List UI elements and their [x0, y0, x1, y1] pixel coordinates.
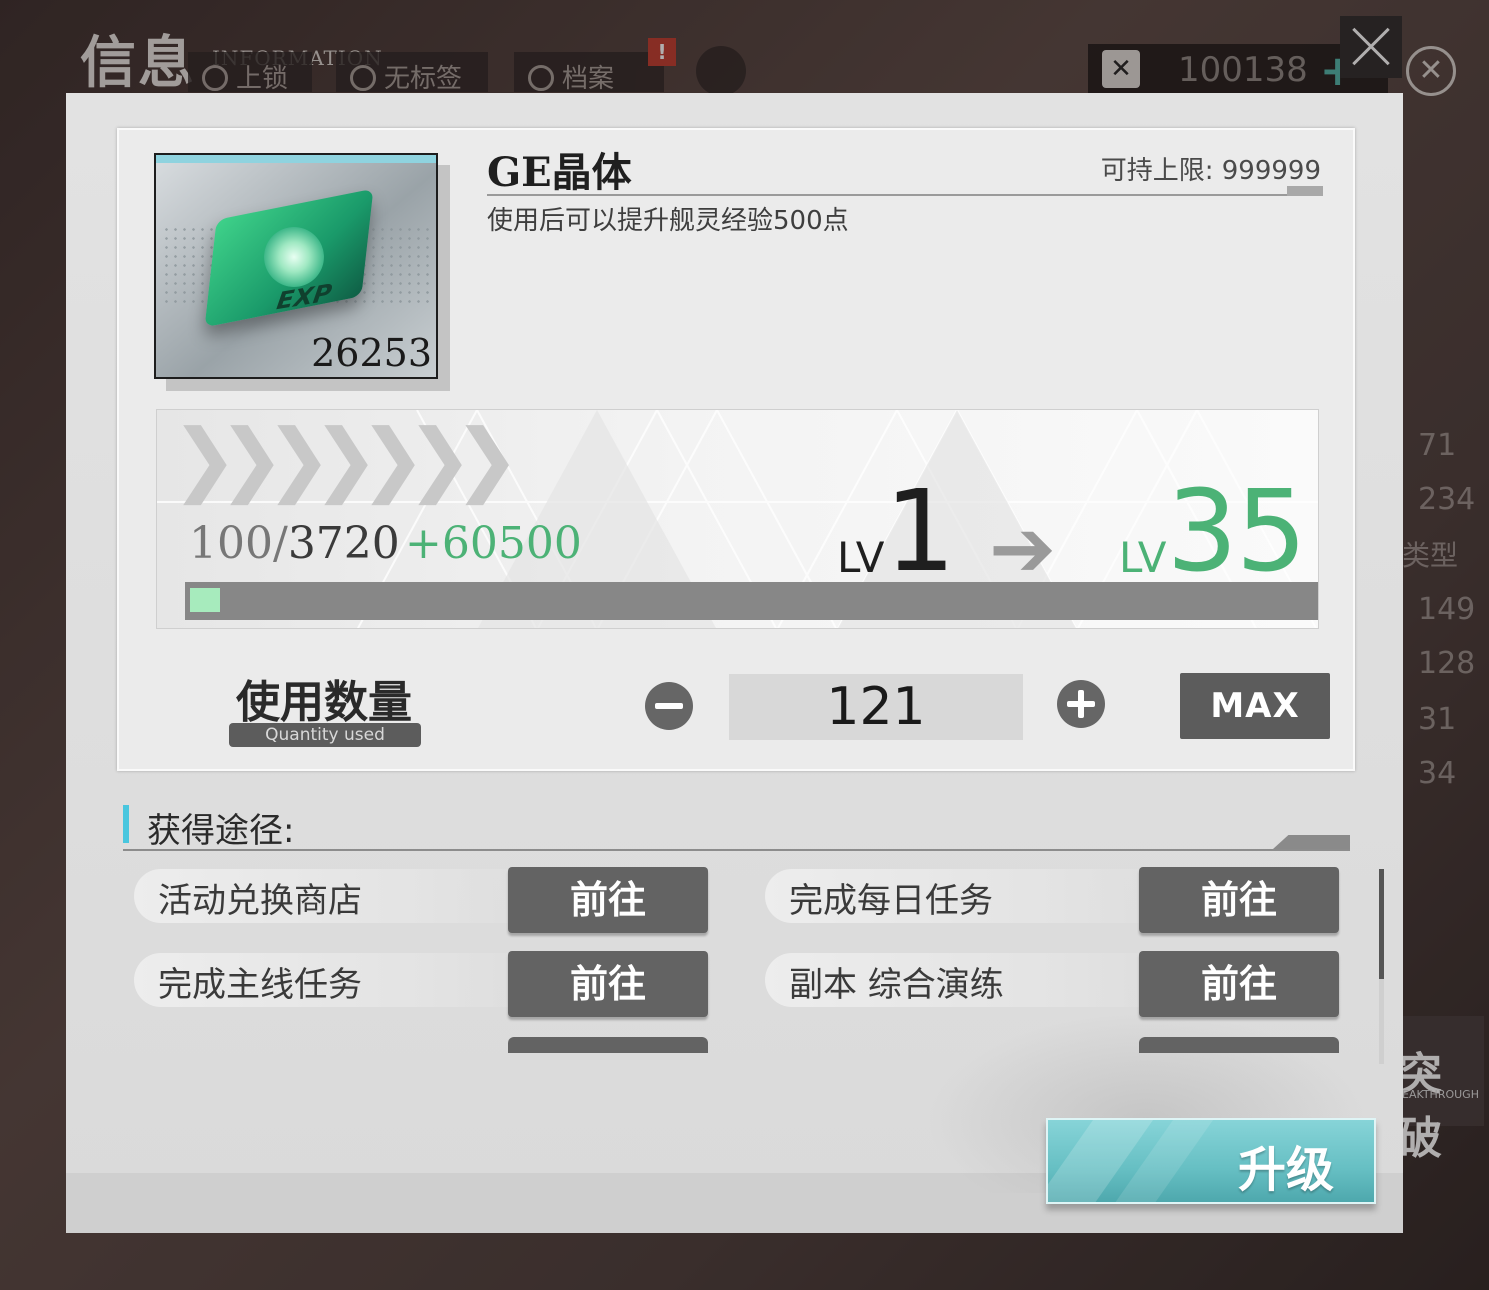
scrollbar-thumb[interactable]: [1379, 869, 1384, 979]
source-label: 完成每日任务: [789, 881, 993, 921]
go-button[interactable]: 前往: [508, 867, 708, 933]
item-info-dialog: EXP 26253 GE晶体 可持上限: 999999 使用后可以提升舰灵经验5…: [66, 93, 1403, 1233]
quantity-label: 使用数量: [236, 677, 412, 728]
divider: [487, 194, 1323, 196]
item-count: 26253: [311, 331, 432, 375]
item-card: EXP 26253 GE晶体 可持上限: 999999 使用后可以提升舰灵经验5…: [117, 128, 1355, 771]
go-button[interactable]: 前往: [1139, 951, 1339, 1017]
source-label: 副本 综合演练: [789, 965, 1004, 1005]
exp-progress-text: 100/3720: [189, 518, 400, 569]
go-button-partial[interactable]: [1139, 1037, 1339, 1053]
quantity-input[interactable]: 121: [729, 674, 1023, 740]
new-level: LV35: [1119, 467, 1307, 597]
max-quantity-button[interactable]: MAX: [1180, 673, 1330, 739]
source-label: 完成主线任务: [158, 965, 362, 1005]
source-label: 活动兑换商店: [158, 881, 362, 921]
exp-progress-fill: [190, 588, 220, 612]
upgrade-label: 升级: [1237, 1142, 1334, 1198]
chevrons-decoration: ❯❯❯❯❯❯❯: [171, 412, 520, 505]
exp-preview-panel: ❯❯❯❯❯❯❯ 100/3720 +60500 LV1 ➔ LV35: [156, 409, 1319, 629]
list-item: 副本 综合演练 前往: [765, 951, 1344, 1017]
decrease-quantity-button[interactable]: [645, 682, 693, 730]
list-item: 完成主线任务 前往: [134, 951, 714, 1017]
go-button[interactable]: 前往: [1139, 867, 1339, 933]
item-name: GE晶体: [487, 149, 632, 196]
current-level: LV1: [837, 467, 956, 597]
go-button[interactable]: 前往: [508, 951, 708, 1017]
list-item: 完成每日任务 前往: [765, 867, 1344, 933]
item-limit: 可持上限: 999999: [1100, 156, 1321, 186]
go-button-partial[interactable]: [508, 1037, 708, 1053]
ge-crystal-icon: EXP 26253: [154, 153, 438, 379]
sources-scrollbar[interactable]: [1379, 869, 1384, 1064]
upgrade-button[interactable]: 升级: [1046, 1118, 1376, 1204]
sources-header: 获得途径:: [123, 803, 1350, 851]
increase-quantity-button[interactable]: [1057, 680, 1105, 728]
item-description: 使用后可以提升舰灵经验500点: [487, 206, 849, 236]
list-item: 活动兑换商店 前往: [134, 867, 714, 933]
sources-list: 活动兑换商店 前往 完成每日任务 前往 完成主线任务 前往 副本 综合演练 前往: [134, 863, 1344, 1053]
sources-title: 获得途径:: [147, 811, 295, 851]
quantity-sublabel: Quantity used: [229, 723, 421, 747]
exp-progress-bar: [185, 582, 1318, 620]
exp-gain: +60500: [405, 518, 582, 569]
